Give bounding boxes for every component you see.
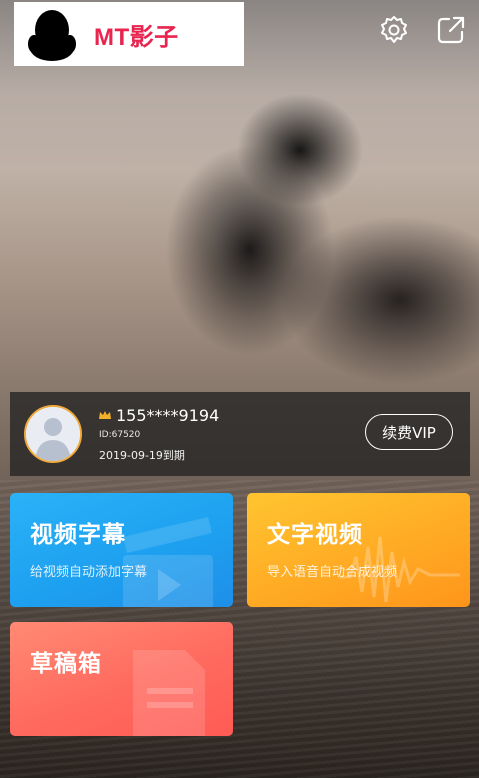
tile-title: 草稿箱 xyxy=(30,650,102,677)
crown-icon xyxy=(99,411,111,419)
clapperboard-icon xyxy=(123,517,213,607)
text-video-tile[interactable]: 文字视频 导入语音自动合成视频 xyxy=(247,493,470,607)
renew-vip-button[interactable]: 续费VIP xyxy=(365,414,453,450)
penguin-logo-icon xyxy=(28,10,76,61)
share-button[interactable] xyxy=(435,14,467,46)
default-avatar-icon xyxy=(26,407,80,461)
tile-subtitle: 给视频自动添加字幕 xyxy=(30,565,148,580)
video-subtitle-tile[interactable]: 视频字幕 给视频自动添加字幕 xyxy=(10,493,233,607)
user-card: 155****9194 ID:67520 2019-09-19到期 续费VIP xyxy=(10,392,470,476)
user-phone: 155****9194 xyxy=(116,406,220,425)
logo-text: MT影子 xyxy=(94,23,179,51)
share-icon xyxy=(437,16,465,44)
tile-title: 视频字幕 xyxy=(30,521,126,548)
phone-row: 155****9194 xyxy=(98,406,219,425)
document-icon xyxy=(133,650,205,736)
avatar[interactable] xyxy=(24,405,82,463)
vip-expiry: 2019-09-19到期 xyxy=(99,449,185,462)
tile-title: 文字视频 xyxy=(267,521,363,548)
gear-icon xyxy=(381,16,407,43)
app-logo: MT影子 xyxy=(14,2,244,66)
user-id: ID:67520 xyxy=(99,430,141,440)
settings-button[interactable] xyxy=(378,14,410,46)
tile-subtitle: 导入语音自动合成视频 xyxy=(267,565,398,580)
drafts-tile[interactable]: 草稿箱 xyxy=(10,622,233,736)
